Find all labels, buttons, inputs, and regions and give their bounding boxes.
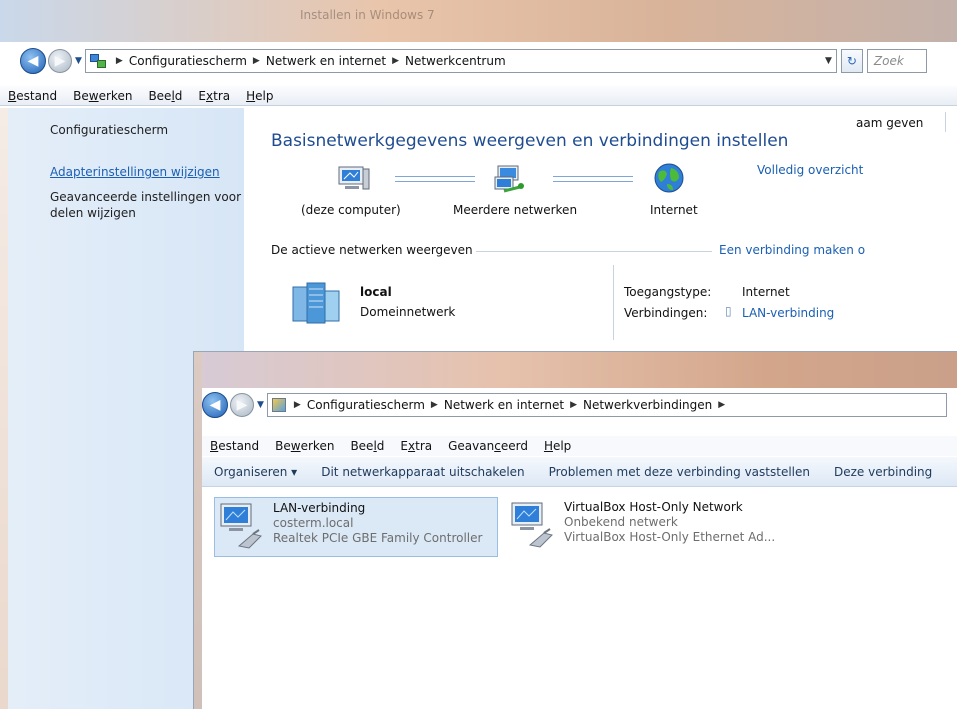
sidebar-item-advanced-sharing[interactable]: Geavanceerde instellingen voor [50,190,241,204]
titlebar: Installen in Windows 7 [0,0,957,42]
breadcrumb-item[interactable]: Netwerkverbindingen [583,398,712,412]
sidebar-item-advanced-sharing-line2[interactable]: delen wijzigen [50,206,136,220]
chevron-right-icon[interactable]: ▶ [294,400,301,410]
connection-network: costerm.local [273,516,354,530]
lan-connection-link[interactable]: LAN-verbinding [742,306,834,320]
history-dropdown-icon[interactable]: ▼ [75,56,82,66]
access-type-label: Toegangstype: [624,285,712,299]
access-type-value: Internet [742,285,790,299]
breadcrumb-item[interactable]: Configuratiescherm [307,398,425,412]
section-divider [476,251,712,252]
network-name: local [360,285,392,299]
rename-connection-button[interactable]: Deze verbinding [822,465,944,479]
globe-icon [653,162,685,194]
breadcrumb-item[interactable]: Configuratiescherm [129,54,247,68]
chevron-right-icon[interactable]: ▶ [392,56,399,66]
search-placeholder: Zoek [873,54,904,68]
menu-file[interactable]: Bestand [0,89,65,103]
connection-device: VirtualBox Host-Only Ethernet Ad... [564,530,776,544]
sidebar-item-adapter-settings[interactable]: Adapterinstellingen wijzigen [50,165,220,179]
command-bar: Organiseren ▾ Dit netwerkapparaat uitsch… [202,457,957,487]
organize-button[interactable]: Organiseren ▾ [202,465,309,479]
chevron-right-icon[interactable]: ▶ [718,400,725,410]
ethernet-icon: ▯ [725,304,732,318]
back-button[interactable]: ◀ [202,392,228,418]
menu-bar: Bestand Bewerken Beeld Extra Help [0,86,957,106]
control-panel-icon [271,398,286,412]
sidebar-item-home[interactable]: Configuratiescherm [50,123,168,137]
connection-device: Realtek PCIe GBE Family Controller [273,531,483,545]
rename-link[interactable]: aam geven [856,116,923,130]
address-row: ◀ ▶ ▼ ▶ Configuratiescherm ▶ Netwerk en … [20,48,927,74]
menu-help[interactable]: Help [238,89,281,103]
connection-network: Onbekend netwerk [564,515,678,529]
connections-label: Verbindingen: [624,306,708,320]
connection-name: VirtualBox Host-Only Network [564,500,743,514]
domain-network-icon [289,281,345,325]
breadcrumb-item[interactable]: Netwerkcentrum [405,54,506,68]
chevron-right-icon[interactable]: ▶ [253,56,260,66]
menu-edit[interactable]: Bewerken [65,89,140,103]
menu-help[interactable]: Help [536,439,579,453]
chevron-right-icon[interactable]: ▶ [116,56,123,66]
computer-icon [338,165,370,193]
history-dropdown-icon[interactable]: ▼ [257,400,264,410]
diagnose-button[interactable]: Problemen met deze verbinding vaststelle… [537,465,822,479]
address-bar[interactable]: ▶ Configuratiescherm ▶ Netwerk en intern… [84,49,837,73]
menu-view[interactable]: Beeld [342,439,392,453]
connection-name: LAN-verbinding [273,501,366,515]
refresh-button[interactable]: ↻ [840,49,863,73]
connection-line [553,176,633,182]
window-left-border [194,352,202,709]
search-input[interactable]: Zoek [866,49,927,73]
forward-button[interactable]: ▶ [48,49,72,73]
network-type-link[interactable]: Domeinnetwerk [360,305,455,319]
network-connections-window: ◀ ▶ ▼ ▶ Configuratiescherm ▶ Netwerk en … [193,351,957,709]
menu-edit[interactable]: Bewerken [267,439,342,453]
menu-tools[interactable]: Extra [190,89,238,103]
internet-label[interactable]: Internet [650,203,698,217]
active-networks-label: De actieve netwerken weergeven [271,243,473,257]
make-connection-link[interactable]: Een verbinding maken o [719,243,865,257]
menu-tools[interactable]: Extra [392,439,440,453]
disable-device-button[interactable]: Dit netwerkapparaat uitschakelen [309,465,536,479]
forward-button[interactable]: ▶ [230,393,254,417]
divider [613,265,614,340]
breadcrumb-item[interactable]: Netwerk en internet [444,398,564,412]
list-item-lan-connection[interactable]: LAN-verbinding costerm.local Realtek PCI… [214,497,498,557]
chevron-down-icon[interactable]: ▼ [825,56,832,66]
this-computer-label: (deze computer) [301,203,401,217]
multiple-networks-label[interactable]: Meerdere netwerken [453,203,577,217]
divider [945,112,946,132]
network-adapter-icon [219,502,267,550]
menu-bar: Bestand Bewerken Beeld Extra Geavanceerd… [202,436,957,456]
multiple-networks-icon [494,165,526,193]
window-title: Installen in Windows 7 [300,8,435,22]
connection-line [395,176,475,182]
network-adapter-icon [510,501,558,549]
menu-advanced[interactable]: Geavanceerd [440,439,536,453]
address-row: ◀ ▶ ▼ ▶ Configuratiescherm ▶ Netwerk en … [202,392,947,418]
titlebar [194,352,957,388]
chevron-right-icon[interactable]: ▶ [570,400,577,410]
menu-file[interactable]: Bestand [202,439,267,453]
breadcrumb-item[interactable]: Netwerk en internet [266,54,386,68]
address-bar[interactable]: ▶ Configuratiescherm ▶ Netwerk en intern… [266,393,947,417]
page-title: Basisnetwerkgegevens weergeven en verbin… [271,131,789,151]
full-overview-link[interactable]: Volledig overzicht [757,163,863,177]
network-folder-icon [89,54,106,68]
list-item-virtualbox-network[interactable]: VirtualBox Host-Only Network Onbekend ne… [506,497,806,557]
chevron-right-icon[interactable]: ▶ [431,400,438,410]
back-button[interactable]: ◀ [20,48,46,74]
menu-view[interactable]: Beeld [140,89,190,103]
window-left-border [0,108,8,709]
